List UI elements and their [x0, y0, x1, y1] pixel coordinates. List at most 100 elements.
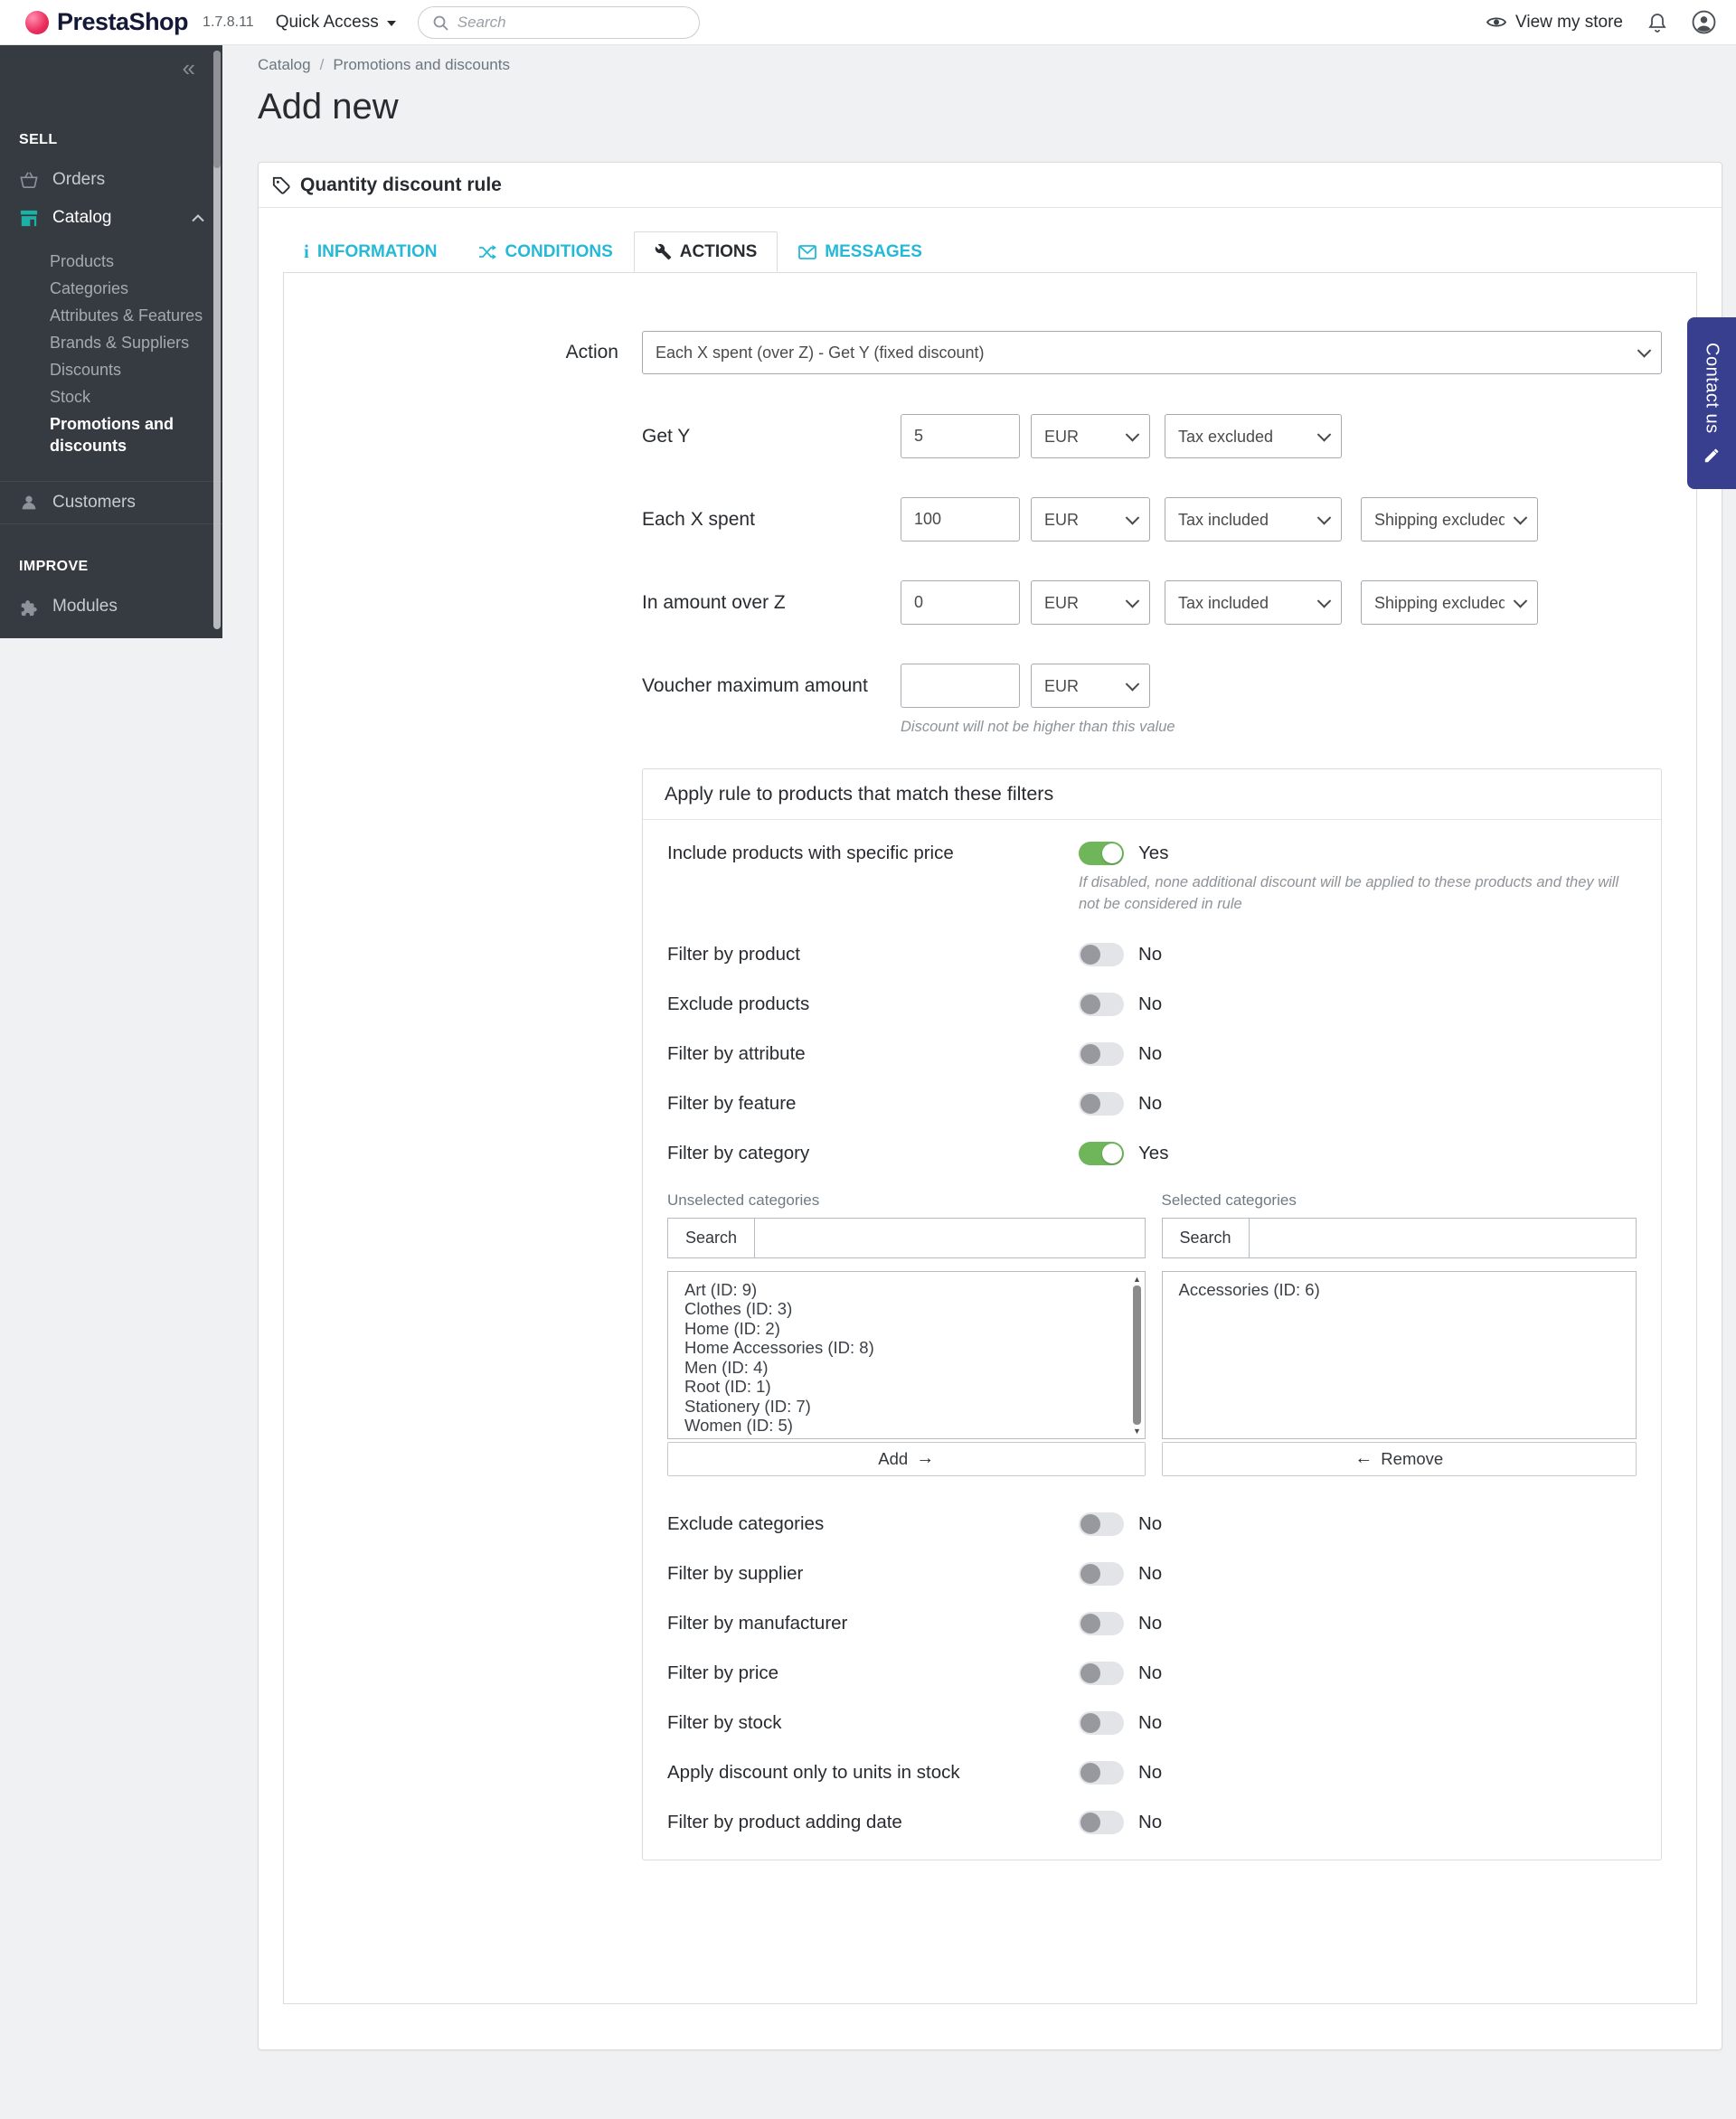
sidebar-item-promotions-and-discounts[interactable]: Promotions and discounts: [50, 410, 217, 459]
sidebar-item-modules[interactable]: Modules: [0, 588, 222, 626]
toggle-filter-by-category[interactable]: [1079, 1141, 1124, 1165]
sidebar-item-discounts[interactable]: Discounts: [50, 356, 217, 383]
toggle-discount-only-units-in-stock[interactable]: [1079, 1760, 1124, 1785]
toggle-filter-by-price[interactable]: [1079, 1661, 1124, 1685]
search-icon: [433, 15, 448, 31]
selected-categories-column: Selected categories Search Accessories (…: [1161, 1191, 1637, 1476]
toggle-exclude-products[interactable]: [1079, 992, 1124, 1016]
basket-icon: [20, 172, 38, 188]
toggle-filter-by-feature[interactable]: [1079, 1091, 1124, 1116]
category-option[interactable]: Art (ID: 9): [684, 1280, 1121, 1300]
catalog-submenu: Products Categories Attributes & Feature…: [0, 237, 222, 470]
over-z-tax-select[interactable]: Tax included: [1165, 580, 1342, 625]
selected-categories-search: Search: [1161, 1217, 1637, 1258]
info-icon: i: [304, 240, 309, 262]
toggle-exclude-categories[interactable]: [1079, 1512, 1124, 1536]
list-scrollbar[interactable]: ▲ ▼: [1131, 1273, 1144, 1437]
contact-us-tab[interactable]: Contact us: [1687, 317, 1736, 489]
breadcrumb-catalog[interactable]: Catalog: [258, 56, 311, 74]
get-y-tax-select[interactable]: Tax excluded: [1165, 414, 1342, 458]
toggle-row: Filter by manufacturer No: [667, 1611, 1163, 1635]
store-icon: [20, 210, 38, 227]
unselected-categories-list[interactable]: Art (ID: 9) Clothes (ID: 3) Home (ID: 2)…: [667, 1270, 1146, 1439]
contact-us-label: Contact us: [1702, 342, 1722, 434]
toggle-filter-by-manufacturer[interactable]: [1079, 1611, 1124, 1635]
list-scrollbar-thumb[interactable]: [1133, 1285, 1141, 1425]
toggle-filter-by-product[interactable]: [1079, 942, 1124, 966]
category-option[interactable]: Home Accessories (ID: 8): [684, 1338, 1121, 1358]
voucher-max-currency-select[interactable]: EUR: [1031, 664, 1150, 708]
scroll-down-icon[interactable]: ▼: [1133, 1427, 1141, 1436]
scroll-up-icon[interactable]: ▲: [1133, 1275, 1141, 1284]
category-option[interactable]: Clothes (ID: 3): [684, 1299, 1121, 1319]
action-row: Action Each X spent (over Z) - Get Y (fi…: [284, 331, 1662, 374]
voucher-max-amount-input[interactable]: [901, 664, 1020, 708]
over-z-currency-select[interactable]: EUR: [1031, 580, 1150, 625]
action-label: Action: [565, 342, 618, 363]
get-y-currency-select[interactable]: EUR: [1031, 414, 1150, 458]
action-sub-form: Get Y EUR Tax excluded Each X spent EUR …: [642, 414, 1662, 1860]
toggle-filter-by-product-adding-date[interactable]: [1079, 1810, 1124, 1834]
tab-information[interactable]: i INFORMATION: [283, 231, 458, 272]
prestashop-logo[interactable]: PrestaShop: [25, 8, 189, 36]
eye-icon: [1486, 17, 1507, 27]
sidebar-item-orders[interactable]: Orders: [0, 161, 222, 199]
voucher-max-hint: Discount will not be higher than this va…: [901, 719, 1175, 735]
search-input[interactable]: [457, 13, 685, 32]
unselected-categories-items: Art (ID: 9) Clothes (ID: 3) Home (ID: 2)…: [684, 1280, 1121, 1436]
account-icon[interactable]: [1692, 10, 1716, 34]
category-option[interactable]: Home (ID: 2): [684, 1319, 1121, 1339]
tab-messages[interactable]: MESSAGES: [778, 231, 943, 272]
tab-conditions[interactable]: CONDITIONS: [458, 231, 633, 272]
sidebar-scrollbar[interactable]: [213, 51, 221, 629]
each-x-currency-select[interactable]: EUR: [1031, 497, 1150, 542]
sidebar-item-brands-suppliers[interactable]: Brands & Suppliers: [50, 329, 217, 356]
sidebar-collapse-button[interactable]: «: [0, 45, 222, 80]
version-label: 1.7.8.11: [203, 14, 254, 30]
category-selector: Unselected categories Search Art (ID: 9): [667, 1191, 1637, 1476]
toggle-include-specific-price[interactable]: [1079, 842, 1124, 865]
toggle-filter-by-supplier[interactable]: [1079, 1561, 1124, 1586]
category-option[interactable]: Root (ID: 1): [684, 1377, 1121, 1397]
sidebar-scrollbar-thumb[interactable]: [213, 51, 221, 168]
breadcrumb: Catalog / Promotions and discounts: [258, 56, 1736, 74]
quick-access-menu[interactable]: Quick Access: [276, 13, 396, 33]
wrench-icon: [655, 243, 671, 260]
selected-categories-list[interactable]: Accessories (ID: 6): [1161, 1270, 1637, 1439]
category-option[interactable]: Women (ID: 5): [684, 1416, 1121, 1436]
toggle-row: Filter by price No: [667, 1661, 1163, 1685]
selected-categories-search-input[interactable]: [1249, 1218, 1636, 1257]
each-x-tax-select[interactable]: Tax included: [1165, 497, 1342, 542]
action-select[interactable]: Each X spent (over Z) - Get Y (fixed dis…: [642, 331, 1662, 374]
view-my-store[interactable]: View my store: [1486, 13, 1623, 33]
category-option[interactable]: Accessories (ID: 6): [1179, 1280, 1613, 1300]
card-header: Quantity discount rule: [259, 163, 1722, 208]
over-z-shipping-select[interactable]: Shipping excluded: [1361, 580, 1538, 625]
header-search[interactable]: [417, 5, 700, 39]
toggle-filter-by-stock[interactable]: [1079, 1710, 1124, 1735]
unselected-categories-search-input[interactable]: [755, 1218, 1145, 1257]
remove-category-button[interactable]: ← Remove: [1161, 1441, 1637, 1476]
sidebar-item-categories[interactable]: Categories: [50, 275, 217, 302]
add-category-button[interactable]: Add →: [667, 1441, 1146, 1476]
selected-categories-label: Selected categories: [1161, 1191, 1297, 1209]
voucher-max-label: Voucher maximum amount: [642, 674, 868, 696]
card-title: Quantity discount rule: [300, 174, 502, 195]
sidebar-item-catalog[interactable]: Catalog: [0, 199, 222, 237]
sidebar-item-customers[interactable]: Customers: [0, 481, 222, 524]
toggle-row: Filter by attribute No: [667, 1041, 1163, 1066]
over-z-amount-input[interactable]: [901, 580, 1020, 625]
category-option[interactable]: Stationery (ID: 7): [684, 1397, 1121, 1417]
sidebar-item-label: Catalog: [52, 208, 112, 227]
toggle-filter-by-attribute[interactable]: [1079, 1041, 1124, 1066]
each-x-amount-input[interactable]: [901, 497, 1020, 542]
notifications-bell-icon[interactable]: [1648, 13, 1666, 33]
sidebar-item-products[interactable]: Products: [50, 248, 217, 275]
each-x-shipping-select[interactable]: Shipping excluded: [1361, 497, 1538, 542]
over-z-row: In amount over Z EUR Tax included Shippi…: [642, 580, 1662, 625]
sidebar-item-stock[interactable]: Stock: [50, 383, 217, 410]
category-option[interactable]: Men (ID: 4): [684, 1358, 1121, 1378]
sidebar-item-attributes-features[interactable]: Attributes & Features: [50, 302, 217, 329]
tab-actions[interactable]: ACTIONS: [633, 231, 778, 272]
get-y-amount-input[interactable]: [901, 414, 1020, 458]
